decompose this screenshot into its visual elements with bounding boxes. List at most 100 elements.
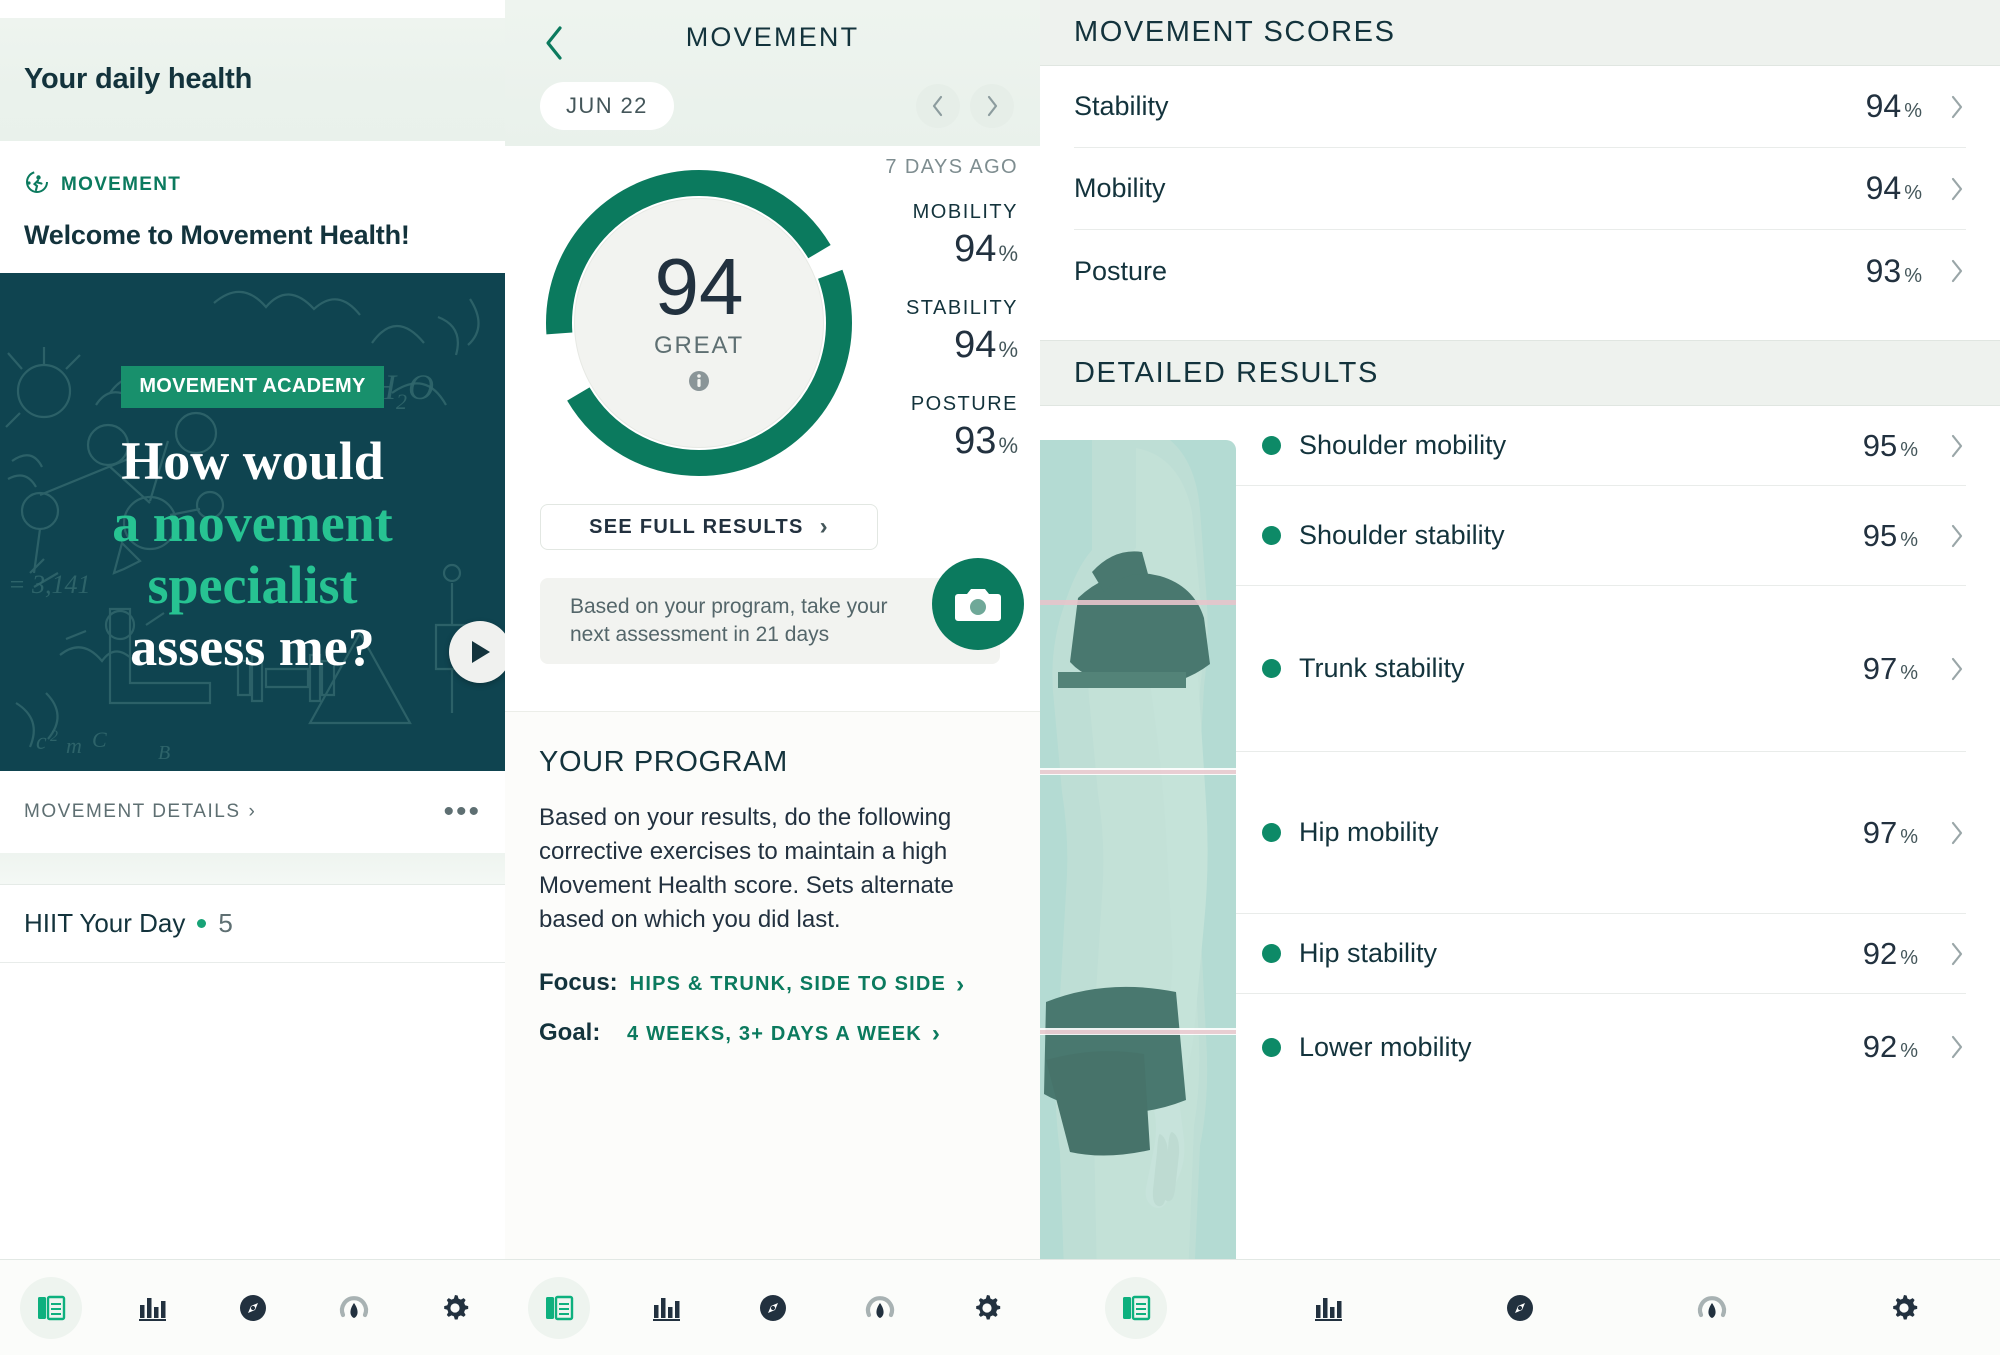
nav-explore[interactable] — [222, 1277, 284, 1339]
promo-line-4: assess me? — [130, 617, 375, 678]
list-item-count: 5 — [218, 908, 233, 938]
program-goal-value: 4 WEEKS, 3+ DAYS A WEEK › — [627, 1020, 942, 1048]
movement-details-label: MOVEMENT DETAILS › — [24, 801, 257, 822]
nav-stats[interactable] — [121, 1277, 183, 1339]
detailed-results-list: Shoulder mobility 95% Shoulder stability… — [1236, 406, 2000, 1100]
screen-movement-scores: MOVEMENT SCORES Stability 94% Mobility 9… — [1040, 0, 2000, 1355]
stat-label: POSTURE — [910, 393, 1018, 415]
nav-settings[interactable] — [1873, 1277, 1935, 1339]
chevron-right-icon — [1936, 819, 1966, 847]
result-value: 92% — [1862, 935, 1918, 971]
chevron-right-icon: › — [819, 513, 829, 540]
list-item[interactable]: HIIT Your Day 5 — [0, 885, 505, 963]
table-row[interactable]: Shoulder stability 95% — [1236, 486, 1966, 586]
movement-kicker-label: MOVEMENT — [61, 173, 182, 195]
promo-line-3: specialist — [147, 555, 358, 615]
program-focus-row[interactable]: Focus: HIPS & TRUNK, SIDE TO SIDE › — [539, 969, 1006, 999]
screen-movement-detail: MOVEMENT JUN 22 94 GREAT 7 DAYS AGO MOBI… — [505, 0, 1040, 1355]
status-dot-icon — [1262, 436, 1281, 455]
stat-mobility: MOBILITY 94% — [848, 201, 1018, 271]
table-row[interactable]: Stability 94% — [1074, 66, 1966, 148]
nav-explore[interactable] — [1489, 1277, 1551, 1339]
table-row[interactable]: Shoulder mobility 95% — [1236, 406, 1966, 486]
previous-day-button[interactable] — [916, 84, 960, 128]
svg-text:B: B — [158, 742, 170, 764]
bar-chart-icon — [1315, 1297, 1342, 1321]
movement-details-link[interactable]: MOVEMENT DETAILS › ••• — [0, 771, 505, 853]
drop-gauge-icon — [865, 1295, 894, 1318]
table-row[interactable]: Lower mobility 92% — [1236, 994, 1966, 1100]
compass-icon — [239, 1294, 266, 1321]
chevron-left-icon — [932, 95, 943, 117]
see-full-results-button[interactable]: SEE FULL RESULTS › — [540, 504, 878, 550]
detailed-results-title: DETAILED RESULTS — [1074, 356, 1379, 389]
score-rating: GREAT — [654, 331, 744, 359]
status-dot-icon — [1262, 823, 1281, 842]
detailed-results-header: DETAILED RESULTS — [1040, 340, 2000, 406]
play-button[interactable] — [449, 621, 505, 683]
movement-card-section: MOVEMENT Welcome to Movement Health! — [0, 141, 505, 251]
next-day-button[interactable] — [970, 84, 1014, 128]
nav-dashboard[interactable] — [1105, 1276, 1167, 1339]
nav-dashboard[interactable] — [19, 1276, 82, 1339]
bar-chart-icon — [138, 1297, 166, 1321]
table-row[interactable]: Trunk stability 97% — [1236, 586, 1966, 752]
table-row[interactable]: Mobility 94% — [1074, 148, 1966, 230]
section-divider — [0, 853, 505, 885]
take-assessment-button[interactable] — [932, 558, 1024, 650]
nav-dashboard[interactable] — [527, 1276, 590, 1339]
dashboard-icon — [37, 1295, 65, 1320]
nav-settings[interactable] — [956, 1277, 1018, 1339]
chevron-right-icon — [1936, 1033, 1966, 1061]
list-item-title: HIIT Your Day — [24, 908, 186, 938]
svg-text:2: 2 — [50, 728, 58, 745]
status-dot-icon — [197, 919, 207, 928]
svg-text:m: m — [66, 733, 82, 758]
score-value: 93% — [1865, 252, 1922, 289]
welcome-heading: Welcome to Movement Health! — [24, 220, 410, 250]
nav-stats[interactable] — [635, 1277, 697, 1339]
nav-hydration[interactable] — [1681, 1277, 1743, 1339]
gear-icon — [1893, 1294, 1918, 1319]
stat-value: 94% — [954, 228, 1018, 270]
score-info-button[interactable] — [688, 370, 710, 397]
program-focus-key: Focus: — [539, 969, 618, 997]
movement-runner-icon — [24, 169, 50, 200]
last-assessment-ago: 7 DAYS AGO — [885, 156, 1018, 178]
program-goal-row[interactable]: Goal: 4 WEEKS, 3+ DAYS A WEEK › — [539, 1019, 1006, 1049]
promo-headline: How would a movement specialist assess m… — [112, 430, 392, 678]
see-full-results-label: SEE FULL RESULTS — [589, 515, 804, 538]
bottom-navbar-middle — [505, 1259, 1040, 1355]
nav-settings[interactable] — [424, 1277, 486, 1339]
gear-icon — [975, 1294, 1000, 1319]
movement-academy-promo[interactable]: cos A H 2 O = 3,141 c 2 m C B MOVEMENT A… — [0, 273, 505, 771]
body-avatar — [1040, 440, 1236, 1308]
table-row[interactable]: Hip mobility 97% — [1236, 752, 1966, 914]
movement-scores-title: MOVEMENT SCORES — [1074, 16, 1396, 48]
nav-hydration[interactable] — [849, 1277, 911, 1339]
status-dot-icon — [1262, 659, 1281, 678]
movement-score-ring: 94 GREAT — [540, 164, 858, 482]
nav-explore[interactable] — [742, 1277, 804, 1339]
nav-stats[interactable] — [1297, 1277, 1359, 1339]
result-label: Shoulder mobility — [1299, 430, 1507, 460]
body-figure-illustration — [1040, 440, 1236, 1308]
stat-value: 93% — [954, 420, 1018, 462]
date-pill[interactable]: JUN 22 — [540, 82, 674, 130]
svg-text:C: C — [92, 727, 107, 752]
chevron-right-icon — [1936, 522, 1966, 550]
table-row[interactable]: Hip stability 92% — [1236, 914, 1966, 994]
movement-scores-header: MOVEMENT SCORES — [1040, 0, 2000, 66]
movement-scores-list: Stability 94% Mobility 94% Posture 93% — [1040, 66, 2000, 312]
bottom-navbar-left — [0, 1259, 505, 1355]
overflow-menu-icon[interactable]: ••• — [443, 797, 481, 827]
table-row[interactable]: Posture 93% — [1074, 230, 1966, 312]
result-label: Shoulder stability — [1299, 520, 1505, 550]
chevron-right-icon — [1936, 940, 1966, 968]
nav-hydration[interactable] — [323, 1277, 385, 1339]
status-dot-icon — [1262, 944, 1281, 963]
score-breakdown: 7 DAYS AGO MOBILITY 94% STABILITY 94% PO… — [848, 156, 1018, 489]
stat-stability: STABILITY 94% — [848, 297, 1018, 367]
daily-health-header: Your daily health — [0, 18, 505, 141]
date-navigation: JUN 22 — [505, 82, 1040, 134]
